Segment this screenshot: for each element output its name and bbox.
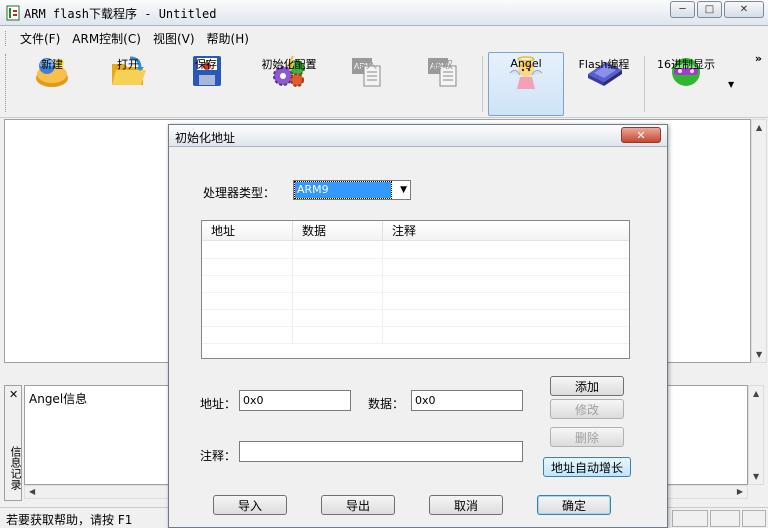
table-row[interactable] xyxy=(202,259,629,276)
hex-display-label: 16进制显示 xyxy=(657,58,715,71)
document-vscrollbar[interactable]: ▲ ▼ xyxy=(751,119,767,363)
column-header-address[interactable]: 地址 xyxy=(202,221,293,241)
info-log-vscrollbar[interactable]: ▲ ▼ xyxy=(748,385,764,485)
init-address-table[interactable]: 地址 数据 注释 xyxy=(201,220,630,359)
toolbar-dropdown-arrow[interactable]: ▼ xyxy=(728,80,734,89)
auto-increment-button[interactable]: 地址自动增长 xyxy=(543,457,631,477)
dialog-title: 初始化地址 xyxy=(175,131,236,145)
status-pane xyxy=(710,510,740,527)
toolbar-separator-2 xyxy=(644,56,645,112)
menu-arm-control[interactable]: ARM控制(C) xyxy=(66,30,147,47)
dialog-close-button[interactable]: ✕ xyxy=(621,127,661,143)
read-button-label: 读取 xyxy=(431,58,453,71)
ok-button[interactable]: 确定 xyxy=(537,495,611,515)
processor-type-select[interactable]: ARM9 ▼ xyxy=(293,180,411,200)
init-config-label: 初始化配置 xyxy=(261,58,317,71)
export-button[interactable]: 导出 xyxy=(321,495,395,515)
write-button-label: 写入 xyxy=(355,58,377,71)
hex-display-button[interactable]: 16进制显示 xyxy=(650,52,722,116)
processor-type-label: 处理器类型： xyxy=(203,186,276,200)
window-title: ARM flash下载程序 - Untitled xyxy=(24,7,217,21)
flash-program-label: Flash编程 xyxy=(578,58,630,71)
toolbar-separator xyxy=(482,56,483,112)
address-label: 地址： xyxy=(200,397,237,411)
menu-file[interactable]: 文件(F) xyxy=(14,30,66,47)
info-scroll-right-arrow[interactable]: ▶ xyxy=(737,487,743,496)
comment-label: 注释： xyxy=(200,449,237,463)
toolbar-overflow-button[interactable]: » xyxy=(755,52,762,65)
chevron-down-icon[interactable]: ▼ xyxy=(400,185,407,195)
angel-button-label: Angel xyxy=(510,57,542,70)
write-button[interactable]: ARM 写入 xyxy=(338,52,394,116)
info-log-tab[interactable]: 信息记录 xyxy=(7,446,23,490)
table-row[interactable] xyxy=(202,310,629,327)
toolbar-grip[interactable] xyxy=(5,54,8,112)
column-header-comment[interactable]: 注释 xyxy=(383,221,629,241)
new-button-label: 新建 xyxy=(41,58,63,71)
info-scroll-left-arrow[interactable]: ◀ xyxy=(29,487,35,496)
address-input[interactable]: 0x0 xyxy=(239,390,351,411)
minimize-button[interactable]: ─ xyxy=(670,1,695,18)
menu-bar: 文件(F) ARM控制(C) 视图(V) 帮助(H) xyxy=(0,28,768,48)
status-pane xyxy=(672,510,708,527)
import-button[interactable]: 导入 xyxy=(213,495,287,515)
menubar-grip[interactable] xyxy=(5,31,8,46)
table-row[interactable] xyxy=(202,293,629,310)
toolbar: 新建 打开 保存 初始化配置 ARM 写入 ARM 读取 Angel Flash… xyxy=(0,50,768,118)
dialog-titlebar[interactable]: 初始化地址 ✕ xyxy=(169,125,667,147)
info-log-close-icon[interactable]: ✕ xyxy=(9,388,18,401)
status-text: 若要获取帮助，请按 F1 xyxy=(6,513,133,527)
read-button[interactable]: ARM 读取 xyxy=(414,52,470,116)
info-log-sidebar: ✕ 信息记录 xyxy=(4,385,22,501)
comment-input[interactable] xyxy=(239,441,523,462)
table-row[interactable] xyxy=(202,242,629,259)
scroll-down-arrow[interactable]: ▼ xyxy=(756,350,762,359)
table-header: 地址 数据 注释 xyxy=(202,221,629,241)
modify-button[interactable]: 修改 xyxy=(550,399,624,419)
init-address-dialog: 初始化地址 ✕ 处理器类型： ARM9 ▼ 地址 数据 注释 地址： 0x0 数… xyxy=(168,124,668,528)
save-button-label: 保存 xyxy=(195,58,217,71)
flash-program-button[interactable]: Flash编程 xyxy=(572,52,636,116)
open-button-label: 打开 xyxy=(117,58,139,71)
menu-view[interactable]: 视图(V) xyxy=(147,30,201,47)
menu-help[interactable]: 帮助(H) xyxy=(201,30,255,47)
maximize-button[interactable]: □ xyxy=(697,1,722,18)
scroll-up-arrow[interactable]: ▲ xyxy=(756,123,762,132)
cancel-button[interactable]: 取消 xyxy=(429,495,503,515)
main-titlebar: ARM flash下载程序 - Untitled ─ □ ✕ xyxy=(0,0,768,26)
open-button[interactable]: 打开 xyxy=(102,52,154,116)
table-row[interactable] xyxy=(202,276,629,293)
init-config-button[interactable]: 初始化配置 xyxy=(254,52,324,116)
info-scroll-up-arrow[interactable]: ▲ xyxy=(753,389,759,398)
data-label: 数据： xyxy=(368,397,405,411)
delete-button[interactable]: 删除 xyxy=(550,427,624,447)
save-button[interactable]: 保存 xyxy=(180,52,232,116)
app-icon xyxy=(6,5,20,21)
data-input[interactable]: 0x0 xyxy=(411,390,523,411)
table-body xyxy=(202,242,629,344)
info-log-content: Angel信息 xyxy=(29,392,88,406)
table-row[interactable] xyxy=(202,327,629,344)
add-button[interactable]: 添加 xyxy=(550,376,624,396)
status-pane xyxy=(742,510,766,527)
close-button[interactable]: ✕ xyxy=(724,1,764,18)
info-scroll-down-arrow[interactable]: ▼ xyxy=(753,472,759,481)
processor-type-value: ARM9 xyxy=(294,181,392,199)
column-header-data[interactable]: 数据 xyxy=(293,221,383,241)
new-button[interactable]: 新建 xyxy=(26,52,78,116)
angel-button[interactable]: Angel xyxy=(488,52,564,116)
